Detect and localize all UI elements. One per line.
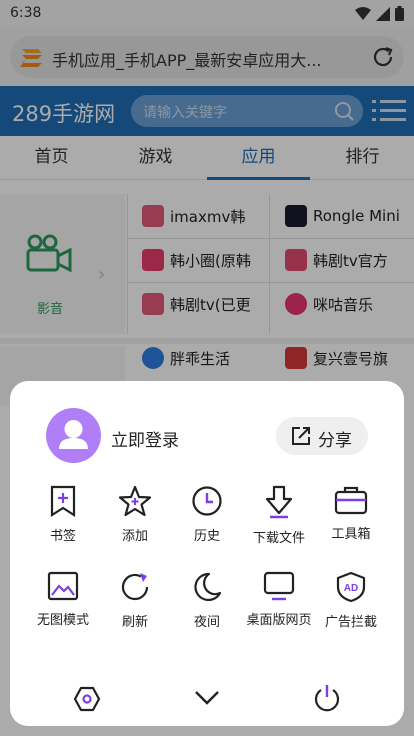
svg-text:AD: AD: [344, 583, 358, 594]
menu-refresh[interactable]: 刷新: [99, 571, 171, 630]
star-icon: [118, 485, 152, 517]
menu-no-image-label: 无图模式: [36, 613, 89, 628]
menu-night[interactable]: 夜间: [171, 571, 243, 630]
clock-icon: [192, 486, 222, 516]
menu-ad-block-label: 广告拦截: [324, 615, 377, 630]
bookmark-icon: [50, 485, 76, 517]
menu-toolbox[interactable]: 工具箱: [315, 485, 387, 542]
menu-night-label: 夜间: [193, 615, 220, 630]
toolbox-icon: [334, 486, 368, 515]
moon-icon: [194, 572, 222, 602]
refresh-icon: [121, 573, 149, 601]
power-icon[interactable]: [312, 683, 342, 713]
menu-bookmark-label: 书签: [49, 529, 76, 544]
menu-add-label: 添加: [121, 529, 148, 544]
menu-ad-block[interactable]: AD 广告拦截: [315, 571, 387, 630]
ad-shield-icon: AD: [336, 571, 366, 603]
menu-bookmark[interactable]: 书签: [27, 485, 99, 544]
share-icon: [292, 427, 310, 445]
collapse-menu-icon[interactable]: [193, 687, 221, 707]
settings-hex-icon[interactable]: [73, 685, 101, 713]
menu-desktop-site-label: 桌面版网页: [246, 613, 312, 628]
menu-toolbox-label: 工具箱: [331, 527, 371, 542]
browser-menu-sheet: 立即登录 分享 书签 添加 历史 下载文件 工具箱 无图模式 刷新 夜间 桌面版…: [10, 381, 404, 726]
user-icon: [59, 420, 88, 449]
screen: 6:38 手机应用_手机APP_最新安卓应用大... 289手游网 请输入关键字…: [0, 0, 414, 736]
menu-history[interactable]: 历史: [171, 485, 243, 544]
menu-no-image[interactable]: 无图模式: [27, 571, 99, 628]
download-icon: [265, 485, 293, 519]
monitor-icon: [263, 571, 295, 601]
share-button[interactable]: 分享: [276, 417, 368, 455]
share-label: 分享: [318, 431, 352, 451]
menu-history-label: 历史: [193, 529, 220, 544]
menu-downloads-label: 下载文件: [252, 531, 305, 546]
menu-add[interactable]: 添加: [99, 485, 171, 544]
menu-refresh-label: 刷新: [121, 615, 148, 630]
login-link[interactable]: 立即登录: [111, 426, 179, 451]
avatar[interactable]: [46, 408, 101, 463]
menu-downloads[interactable]: 下载文件: [243, 485, 315, 546]
menu-desktop-site[interactable]: 桌面版网页: [243, 571, 315, 628]
image-icon: [47, 571, 79, 601]
